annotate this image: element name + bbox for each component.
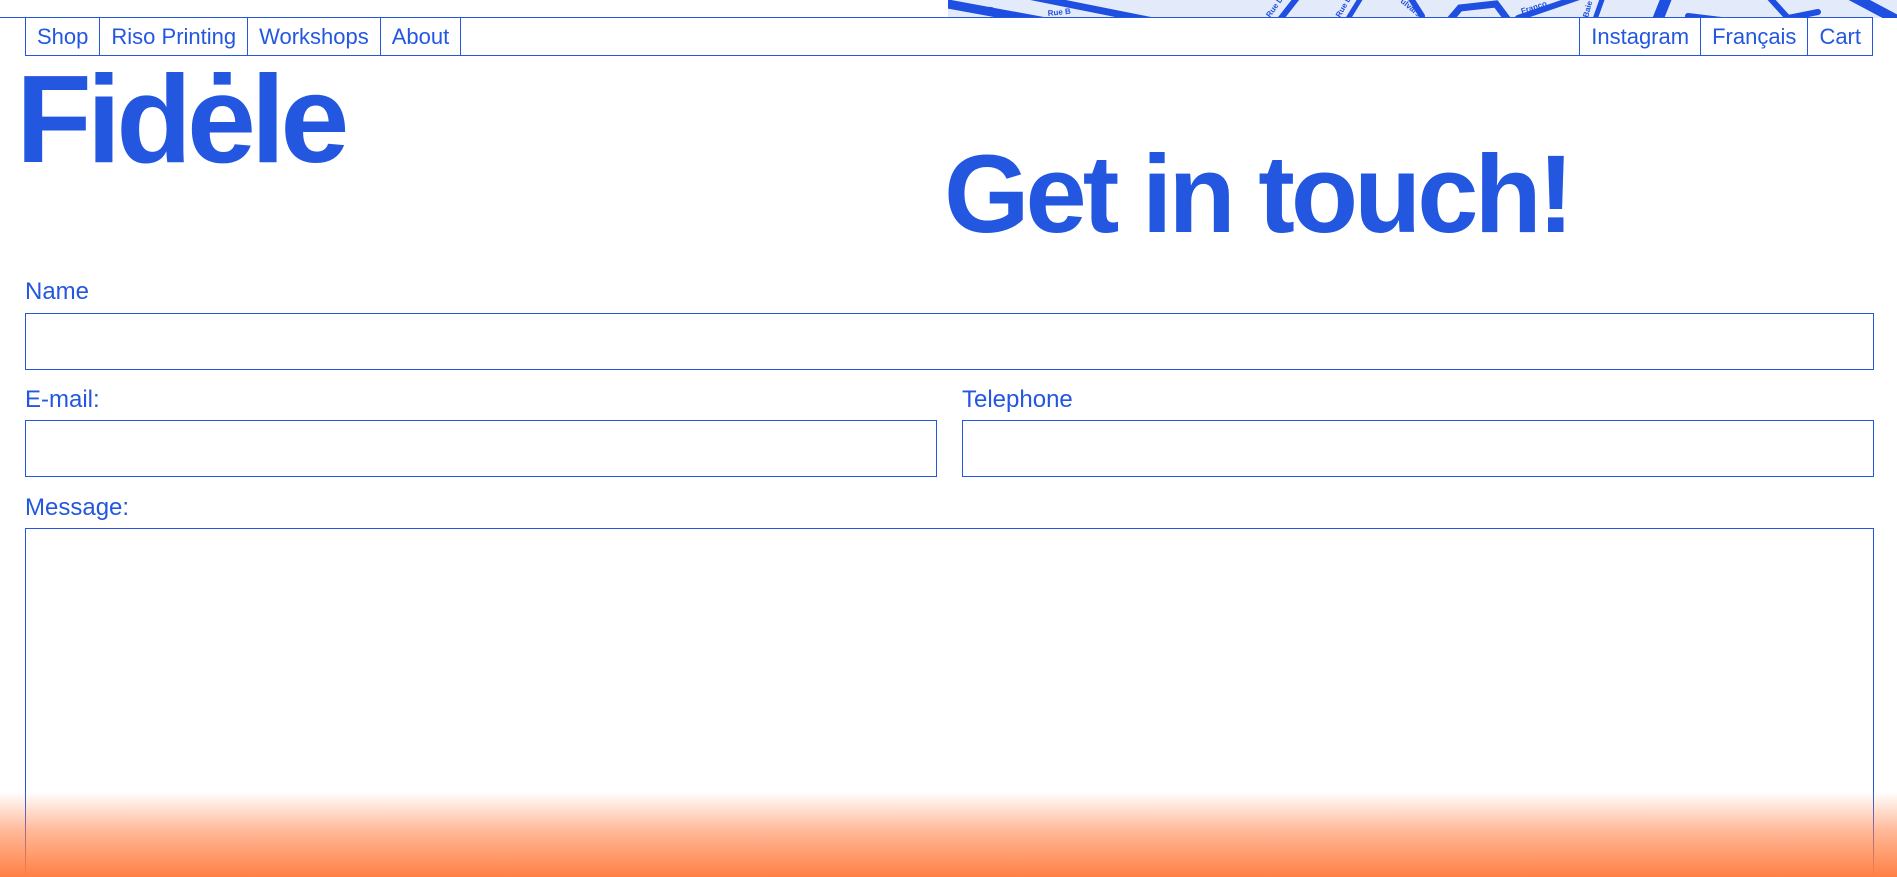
nav-riso-printing-link[interactable]: Riso Printing	[100, 18, 249, 55]
map-street-line	[1592, 0, 1605, 18]
nav-cart-link[interactable]: Cart	[1807, 18, 1872, 55]
nav-about-link[interactable]: About	[381, 18, 462, 55]
nav-workshops-link[interactable]: Workshops	[248, 18, 381, 55]
map-decoration: Rue Ré Rue B Rue D Rue Du ulvars Franço …	[948, 0, 1897, 18]
nav-left-group: Shop Riso Printing Workshops About	[26, 18, 462, 55]
map-street-label: Baie	[1581, 0, 1594, 18]
map-street-line	[1446, 0, 1511, 18]
name-input[interactable]	[25, 313, 1874, 370]
message-textarea[interactable]	[25, 528, 1874, 877]
map-street-line	[1652, 0, 1672, 18]
message-label: Message:	[25, 494, 130, 521]
page: Rue Ré Rue B Rue D Rue Du ulvars Franço …	[0, 0, 1897, 877]
telephone-label: Telephone	[962, 386, 1073, 413]
nav-right-group: Instagram Français Cart	[1579, 18, 1872, 55]
email-label: E-mail:	[25, 386, 100, 413]
name-label: Name	[25, 278, 90, 305]
email-input[interactable]	[25, 420, 937, 477]
telephone-input[interactable]	[962, 420, 1874, 477]
nav-instagram-link[interactable]: Instagram	[1579, 18, 1700, 55]
map-street-line	[1767, 0, 1821, 18]
page-title: Get in touch!	[944, 133, 1574, 256]
map-street-label: ulvars	[1399, 0, 1423, 18]
map-street-line	[1848, 0, 1897, 18]
nav-language-link[interactable]: Français	[1700, 18, 1807, 55]
nav-shop-link[interactable]: Shop	[26, 18, 101, 55]
top-divider	[0, 17, 26, 18]
site-logo[interactable]: Fidėle	[16, 58, 349, 182]
